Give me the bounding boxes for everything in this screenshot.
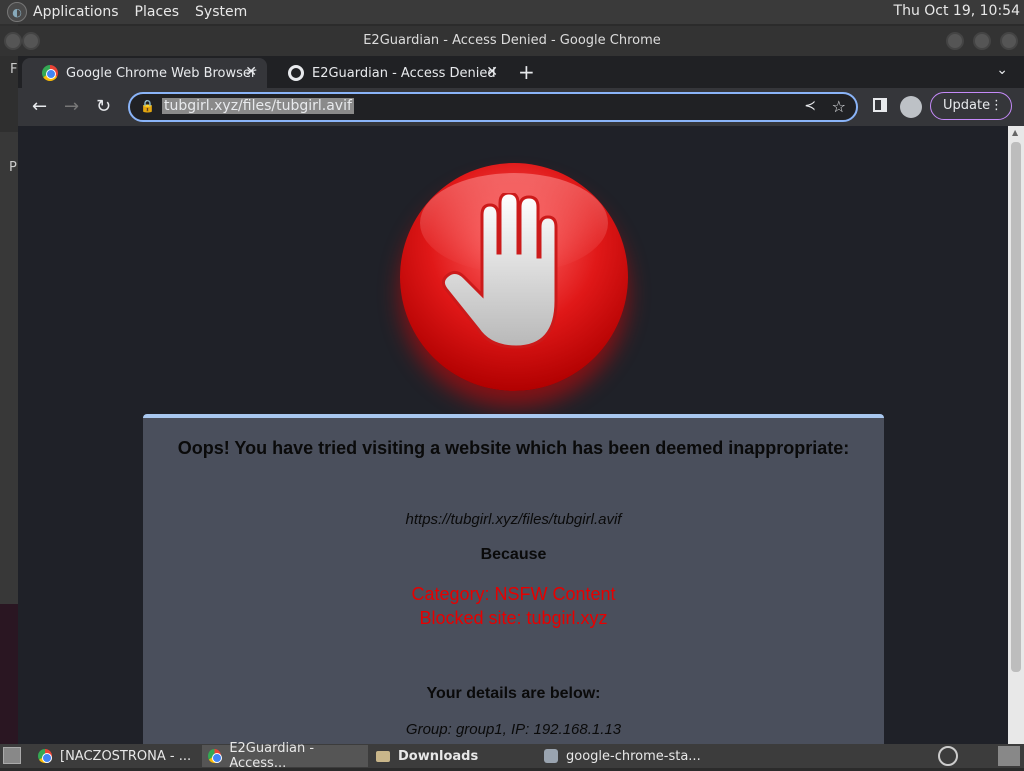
blocked-url: https://tubgirl.xyz/files/tubgirl.avif	[405, 511, 622, 528]
block-category: Category: NSFW Content	[411, 584, 616, 604]
share-icon[interactable]: ≺	[804, 98, 816, 114]
bottom-taskbar: [NACZOSTRONA - ... E2Guardian - Access..…	[0, 741, 1024, 771]
taskbar-item[interactable]: [NACZOSTRONA - ...	[32, 745, 198, 767]
block-heading: Oops! You have tried visiting a website …	[177, 438, 850, 458]
scrollbar-thumb[interactable]	[1011, 142, 1021, 672]
details-heading: Your details are below:	[426, 685, 601, 702]
tray-chrome-icon[interactable]	[938, 746, 958, 766]
close-window-icon[interactable]	[1000, 32, 1018, 50]
page-content: Oops! You have tried visiting a website …	[18, 126, 1008, 744]
maximize-icon[interactable]	[973, 32, 991, 50]
forward-arrow-icon[interactable]: →	[64, 96, 79, 117]
tab-strip: Google Chrome Web Browser ✕ E2Guardian -…	[18, 56, 1024, 88]
chrome-window: E2Guardian - Access Denied - Google Chro…	[0, 26, 1024, 744]
window-title: E2Guardian - Access Denied - Google Chro…	[363, 33, 661, 48]
address-input[interactable]: tubgirl.xyz/files/tubgirl.avif	[162, 98, 354, 114]
tab-label: Google Chrome Web Browser	[66, 65, 257, 81]
stop-hand-icon	[400, 163, 628, 391]
menu-system[interactable]: System	[195, 4, 247, 20]
menu-applications[interactable]: Applications	[33, 4, 119, 20]
menu-places[interactable]: Places	[135, 4, 180, 20]
profile-avatar-icon[interactable]	[900, 96, 922, 118]
taskbar-item[interactable]: E2Guardian - Access...	[202, 741, 368, 771]
page-scrollbar[interactable]: ▲	[1008, 126, 1024, 744]
side-panel-icon[interactable]	[873, 98, 887, 112]
window-shade-icon[interactable]	[22, 32, 40, 50]
back-arrow-icon[interactable]: ←	[32, 96, 47, 117]
tray-workspace-icon[interactable]	[998, 746, 1020, 766]
update-label: Update	[943, 98, 991, 113]
browser-toolbar: ← → ↻ 🔒 tubgirl.xyz/files/tubgirl.avif ≺…	[18, 88, 1024, 126]
taskbar-item[interactable]: Downloads	[370, 745, 536, 767]
new-tab-icon[interactable]: +	[518, 60, 535, 84]
close-tab-icon[interactable]: ✕	[486, 64, 498, 80]
update-button[interactable]: Update ⋮	[930, 92, 1012, 120]
taskbar-item-label: E2Guardian - Access...	[229, 741, 315, 771]
chrome-icon	[38, 749, 52, 763]
taskbar-item-label: [NACZOSTRONA - ...	[60, 748, 192, 764]
chevron-down-icon[interactable]: ⌄	[996, 62, 1008, 78]
show-desktop-icon[interactable]	[3, 747, 21, 764]
taskbar-item-label: Downloads	[398, 748, 479, 764]
top-panel: ◐ Applications Places System Thu Oct 19,…	[0, 0, 1024, 24]
bookmark-star-icon[interactable]: ☆	[832, 97, 846, 116]
because-label: Because	[480, 546, 547, 563]
taskbar-item[interactable]: google-chrome-sta...	[538, 745, 738, 767]
minimize-icon[interactable]	[946, 32, 964, 50]
tab-chrome-web-browser[interactable]: Google Chrome Web Browser ✕	[22, 58, 267, 88]
clock[interactable]: Thu Oct 19, 10:54	[894, 3, 1020, 19]
distro-logo-icon[interactable]: ◐	[7, 2, 27, 22]
more-menu-icon[interactable]: ⋮	[990, 93, 1003, 119]
chrome-icon	[208, 749, 223, 763]
reload-icon[interactable]: ↻	[96, 96, 111, 117]
tab-label: E2Guardian - Access Denied	[312, 65, 496, 81]
window-titlebar[interactable]: E2Guardian - Access Denied - Google Chro…	[0, 26, 1024, 56]
folder-icon	[376, 750, 390, 762]
address-bar[interactable]: 🔒 tubgirl.xyz/files/tubgirl.avif ≺ ☆	[128, 92, 858, 122]
user-details: Group: group1, IP: 192.168.1.13	[405, 721, 622, 738]
package-icon	[544, 749, 558, 763]
blocked-site: Blocked site: tubgirl.xyz	[419, 608, 608, 628]
chrome-icon	[42, 65, 58, 81]
scroll-up-icon[interactable]: ▲	[1012, 128, 1018, 137]
lock-icon[interactable]: 🔒	[140, 99, 155, 113]
block-message-box: Oops! You have tried visiting a website …	[143, 414, 884, 744]
taskbar-item-label: google-chrome-sta...	[566, 748, 701, 764]
window-menu-icon[interactable]	[4, 32, 22, 50]
tab-e2guardian[interactable]: E2Guardian - Access Denied ✕	[268, 58, 508, 88]
close-tab-icon[interactable]: ✕	[245, 64, 257, 80]
globe-icon	[288, 65, 304, 81]
